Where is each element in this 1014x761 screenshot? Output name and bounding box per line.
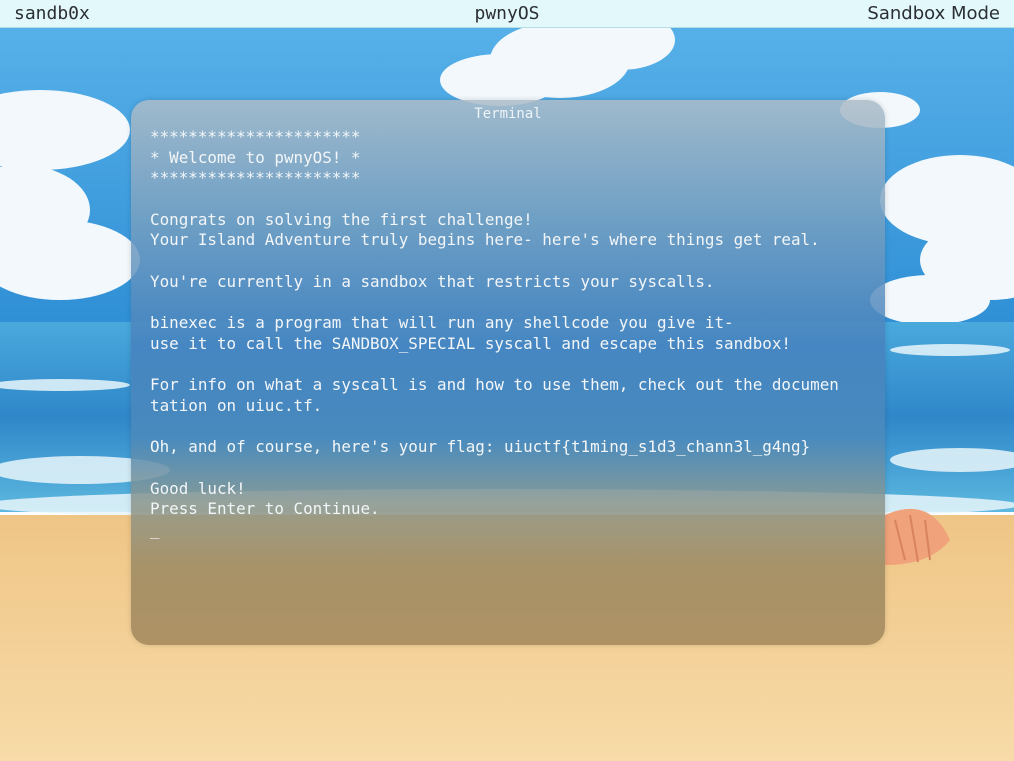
terminal-output[interactable]: ********************** * Welcome to pwny… xyxy=(150,127,880,541)
terminal-line: ********************** xyxy=(150,127,361,146)
os-title: pwnyOS xyxy=(474,3,540,24)
top-menu-bar: sandb0x pwnyOS Sandbox Mode xyxy=(0,0,1014,28)
terminal-line: Good luck! xyxy=(150,478,246,498)
terminal-line: use it to call the SANDBOX_SPECIAL sysca… xyxy=(150,333,791,353)
terminal-line: * Welcome to pwnyOS! * xyxy=(150,147,361,167)
terminal-line: Press Enter to Continue. xyxy=(150,499,380,519)
terminal-line: ********************** xyxy=(150,168,361,188)
terminal-line: tation on uiuc.tf. xyxy=(150,395,323,415)
terminal-line: You're currently in a sandbox that restr… xyxy=(150,271,715,291)
terminal-line: binexec is a program that will run any s… xyxy=(150,313,734,333)
terminal-line: Your Island Adventure truly begins here-… xyxy=(150,230,820,250)
desktop-screen: sandb0x pwnyOS Sandbox Mode Terminal ***… xyxy=(0,0,1014,761)
terminal-line: Congrats on solving the first challenge! xyxy=(150,209,533,229)
terminal-window[interactable]: Terminal ********************** * Welcom… xyxy=(131,100,885,645)
terminal-cursor[interactable]: _ xyxy=(150,520,880,541)
terminal-title: Terminal xyxy=(474,106,542,122)
mode-label: Sandbox Mode xyxy=(867,3,1000,24)
terminal-line: For info on what a syscall is and how to… xyxy=(150,375,839,395)
terminal-flag-line: Oh, and of course, here's your flag: uiu… xyxy=(150,437,811,457)
